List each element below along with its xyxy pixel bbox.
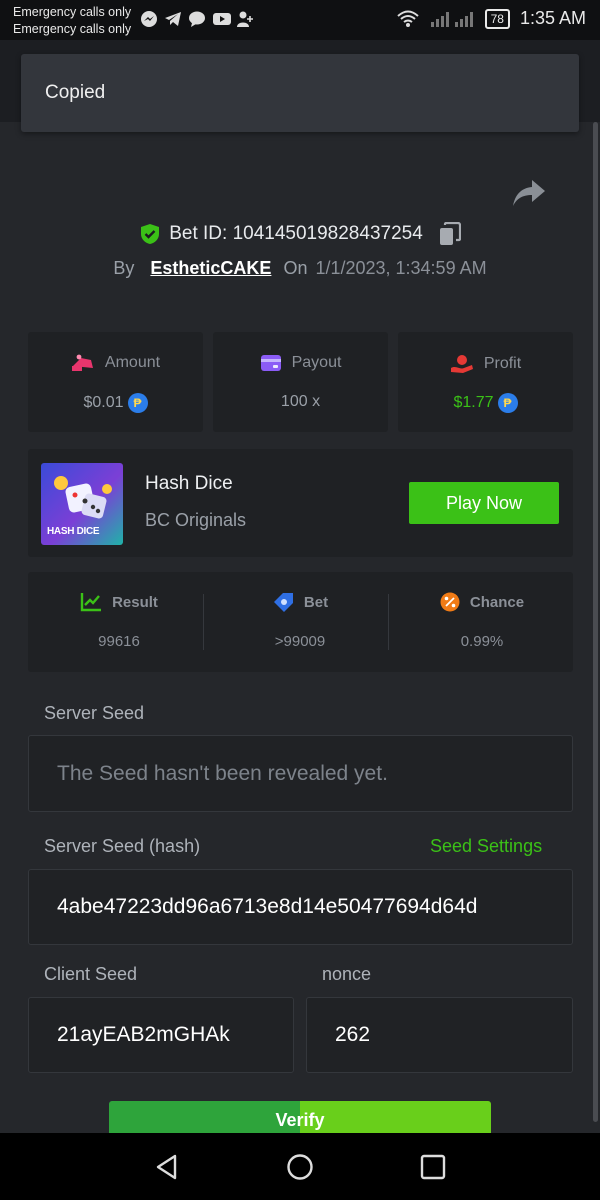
chance-value: 0.99% (460, 633, 504, 650)
seed-settings-link[interactable]: Seed Settings (430, 836, 542, 857)
telegram-icon (164, 10, 182, 28)
amount-card: Amount $0.01 ₱ (28, 332, 203, 432)
bet-id-row: Bet ID: 104145019828437254 (0, 222, 600, 251)
game-thumbnail[interactable]: HASH DICE (41, 463, 123, 545)
result-label: Result (112, 593, 158, 611)
bet-details-page: Copied Bet ID: 104145019828437254 By Esth… (0, 40, 600, 1141)
username-link[interactable]: EstheticCAKE (150, 258, 271, 278)
carrier-info: Emergency calls only Emergency calls onl… (13, 4, 131, 38)
status-bar: Emergency calls only Emergency calls onl… (0, 0, 600, 40)
verified-shield-icon (141, 224, 160, 244)
add-user-icon (236, 10, 254, 28)
notification-icons (140, 10, 254, 28)
game-thumb-title: HASH DICE (47, 526, 100, 537)
chat-icon (188, 10, 206, 28)
copied-toast: Copied (21, 54, 579, 132)
client-seed-label: Client Seed (44, 964, 138, 984)
by-label: By (113, 258, 135, 278)
bet-date: 1/1/2023, 1:34:59 AM (315, 258, 487, 278)
recents-icon[interactable] (419, 1153, 447, 1181)
game-card: HASH DICE Hash Dice BC Originals Play No… (28, 449, 573, 557)
game-provider: BC Originals (145, 510, 247, 530)
system-status: 78 1:35 AM (396, 8, 586, 29)
game-name[interactable]: Hash Dice (145, 473, 233, 495)
amount-icon (71, 354, 93, 371)
amount-value: $0.01 (83, 394, 124, 411)
copy-icon[interactable] (439, 222, 461, 246)
chance-cell: Chance 0.99% (391, 572, 573, 672)
profit-icon (450, 355, 473, 373)
share-icon[interactable] (512, 178, 546, 208)
amount-label: Amount (104, 354, 161, 371)
bet-value: >99009 (274, 633, 326, 650)
payout-value: 100 x (280, 393, 321, 410)
server-seed-hash-label: Server Seed (hash) (44, 836, 201, 856)
payout-card: Payout 100 x (213, 332, 388, 432)
profit-label: Profit (483, 355, 522, 372)
nonce-label: nonce (322, 964, 372, 984)
battery-indicator: 78 (484, 8, 510, 29)
messenger-icon (140, 10, 158, 28)
wifi-icon (396, 10, 419, 27)
on-label: On (283, 258, 308, 278)
bet-tag-icon (273, 593, 293, 612)
result-value: 99616 (98, 633, 140, 650)
carrier-line-2: Emergency calls only (13, 22, 132, 36)
system-nav-bar (0, 1133, 600, 1200)
wallet-icon (260, 355, 281, 371)
server-seed-field[interactable]: The Seed hasn't been revealed yet. (28, 735, 573, 812)
bet-cell: Bet >99009 (209, 572, 391, 672)
bet-author-row: By EstheticCAKE On 1/1/2023, 1:34:59 AM (0, 258, 600, 279)
profit-value: $1.77 (453, 394, 494, 411)
chance-label: Chance (469, 593, 525, 611)
client-seed-field[interactable]: 21ayEAB2mGHAk (28, 997, 294, 1073)
youtube-icon (212, 10, 231, 28)
play-now-button[interactable]: Play Now (409, 482, 559, 524)
server-seed-label: Server Seed (44, 703, 145, 723)
signal-icon (430, 11, 473, 27)
toast-text: Copied (45, 82, 106, 103)
payout-label: Payout (291, 354, 342, 371)
divider (203, 594, 204, 650)
nonce-field[interactable]: 262 (306, 997, 573, 1073)
profit-card: Profit $1.77 ₱ (398, 332, 573, 432)
bet-label: Bet (303, 593, 329, 611)
coin-icon: ₱ (497, 393, 518, 413)
divider (388, 594, 389, 650)
bet-id: Bet ID: 104145019828437254 (169, 223, 423, 244)
server-seed-hash-field[interactable]: 4abe47223dd96a6713e8d14e50477694d64d (28, 869, 573, 945)
percent-icon (440, 592, 460, 612)
coin-icon: ₱ (127, 393, 148, 413)
result-cell: Result 99616 (28, 572, 210, 672)
back-icon[interactable] (153, 1153, 181, 1181)
results-card: Result 99616 Bet >99009 Chance 0.99% (28, 572, 573, 672)
home-icon[interactable] (286, 1153, 314, 1181)
clock: 1:35 AM (519, 8, 586, 28)
chart-growth-icon (80, 593, 102, 612)
carrier-line-1: Emergency calls only (13, 5, 132, 19)
